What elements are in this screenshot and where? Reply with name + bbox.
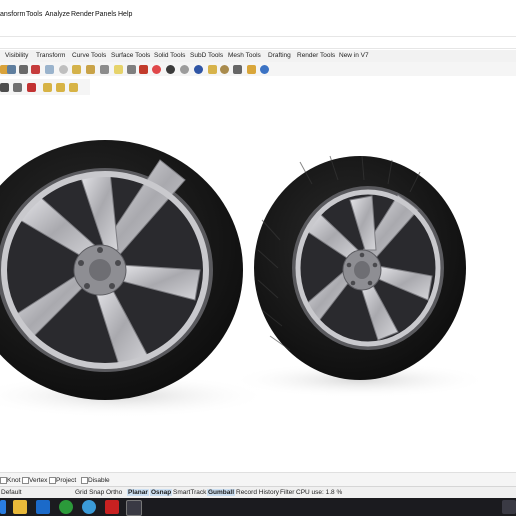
delete-icon[interactable] (27, 83, 36, 92)
toolbar-icon-row (0, 62, 516, 76)
knot-checkbox[interactable] (0, 477, 7, 484)
osnap-disable-label: Disable (88, 477, 110, 484)
record-history-toggle[interactable]: Record History (236, 489, 279, 496)
tab-mesh-tools[interactable]: Mesh Tools (228, 52, 261, 59)
snapshot-icon[interactable] (233, 65, 242, 74)
diamond-icon[interactable] (43, 83, 52, 92)
smarttrack-toggle[interactable]: SmartTrack (173, 489, 206, 496)
right-center-cap (354, 261, 370, 279)
disable-checkbox[interactable] (81, 477, 88, 484)
tab-transform[interactable]: Transform (36, 52, 65, 59)
tab-surface-tools[interactable]: Surface Tools (111, 52, 150, 59)
tab-visibility[interactable]: Visibility (5, 52, 28, 59)
environment-icon[interactable] (194, 65, 203, 74)
help-icon[interactable] (260, 65, 269, 74)
menu-analyze[interactable]: Analyze (45, 11, 70, 18)
diamond-3-icon[interactable] (69, 83, 78, 92)
menu-bar: ansform Tools Analyze Render Panels Help (0, 0, 516, 22)
osnap-project-label: Project (56, 477, 77, 484)
copy-icon[interactable] (0, 83, 9, 92)
rhino-icon[interactable] (126, 500, 142, 516)
tab-render-tools[interactable]: Render Tools (297, 52, 335, 59)
zoom-window-icon[interactable] (7, 65, 16, 74)
diamond-2-icon[interactable] (56, 83, 65, 92)
move-icon[interactable] (13, 83, 22, 92)
xbox-icon[interactable] (59, 500, 73, 514)
grid-icon[interactable] (19, 65, 28, 74)
osnap-vertex-label: Vertex (29, 477, 48, 484)
left-wheel (0, 140, 243, 400)
menu-render[interactable]: Render (71, 11, 94, 18)
tab-subd-tools[interactable]: SubD Tools (190, 52, 223, 59)
ground-plane-icon[interactable] (127, 65, 136, 74)
planar-toggle[interactable]: Planar (127, 489, 149, 496)
options-icon[interactable] (247, 65, 256, 74)
sphere-gray-icon[interactable] (180, 65, 189, 74)
gumball-toggle[interactable]: Gumball (207, 489, 236, 496)
car-icon[interactable] (31, 65, 40, 74)
chrome-icon[interactable] (82, 500, 96, 514)
toolbar-icon-row-2 (0, 79, 90, 95)
menu-help[interactable]: Help (118, 11, 132, 18)
filter-toggle[interactable]: Filter (280, 489, 294, 496)
right-wheel (254, 155, 466, 380)
command-prompt[interactable] (0, 36, 516, 49)
wheels-render (0, 140, 490, 418)
file-explorer-icon[interactable] (13, 500, 27, 514)
windows-taskbar (0, 498, 516, 516)
osnap-bar: Knot Vertex Project Disable (0, 472, 516, 487)
camera-icon[interactable] (86, 65, 95, 74)
rendered-viewport[interactable] (0, 100, 516, 460)
windows-security-icon[interactable] (105, 500, 119, 514)
tab-new-in-v7[interactable]: New in V7 (339, 52, 369, 59)
osnap-toggle[interactable]: Osnap (150, 489, 173, 496)
viewport-layout-icon[interactable] (45, 65, 54, 74)
grid-snap-toggle[interactable]: Grid Snap (75, 489, 104, 496)
tab-curve-tools[interactable]: Curve Tools (72, 52, 106, 59)
render-icon[interactable] (208, 65, 217, 74)
zoom-extents-icon[interactable] (59, 65, 68, 74)
menu-panels[interactable]: Panels (95, 11, 116, 18)
ortho-toggle[interactable]: Ortho (106, 489, 122, 496)
menu-tools[interactable]: Tools (26, 11, 42, 18)
render-window-icon[interactable] (220, 65, 229, 74)
left-center-cap (89, 259, 111, 281)
outlook-icon[interactable] (36, 500, 50, 514)
color-wheel-icon[interactable] (152, 65, 161, 74)
project-checkbox[interactable] (49, 477, 56, 484)
vertex-checkbox[interactable] (22, 477, 29, 484)
osnap-knot-label: Knot (7, 477, 21, 484)
tab-solid-tools[interactable]: Solid Tools (154, 52, 185, 59)
material-icon[interactable] (139, 65, 148, 74)
sphere-dark-icon[interactable] (166, 65, 175, 74)
named-view-icon[interactable] (72, 65, 81, 74)
cpu-usage: CPU use: 1.8 % (296, 489, 343, 496)
lens-icon[interactable] (100, 65, 109, 74)
tab-drafting[interactable]: Drafting (268, 52, 291, 59)
light-bulb-icon[interactable] (114, 65, 123, 74)
menu-transform[interactable]: ansform (0, 11, 25, 18)
acrobat-icon[interactable] (502, 500, 516, 514)
edge-icon[interactable] (0, 500, 6, 514)
current-layer[interactable]: Default (1, 489, 22, 496)
